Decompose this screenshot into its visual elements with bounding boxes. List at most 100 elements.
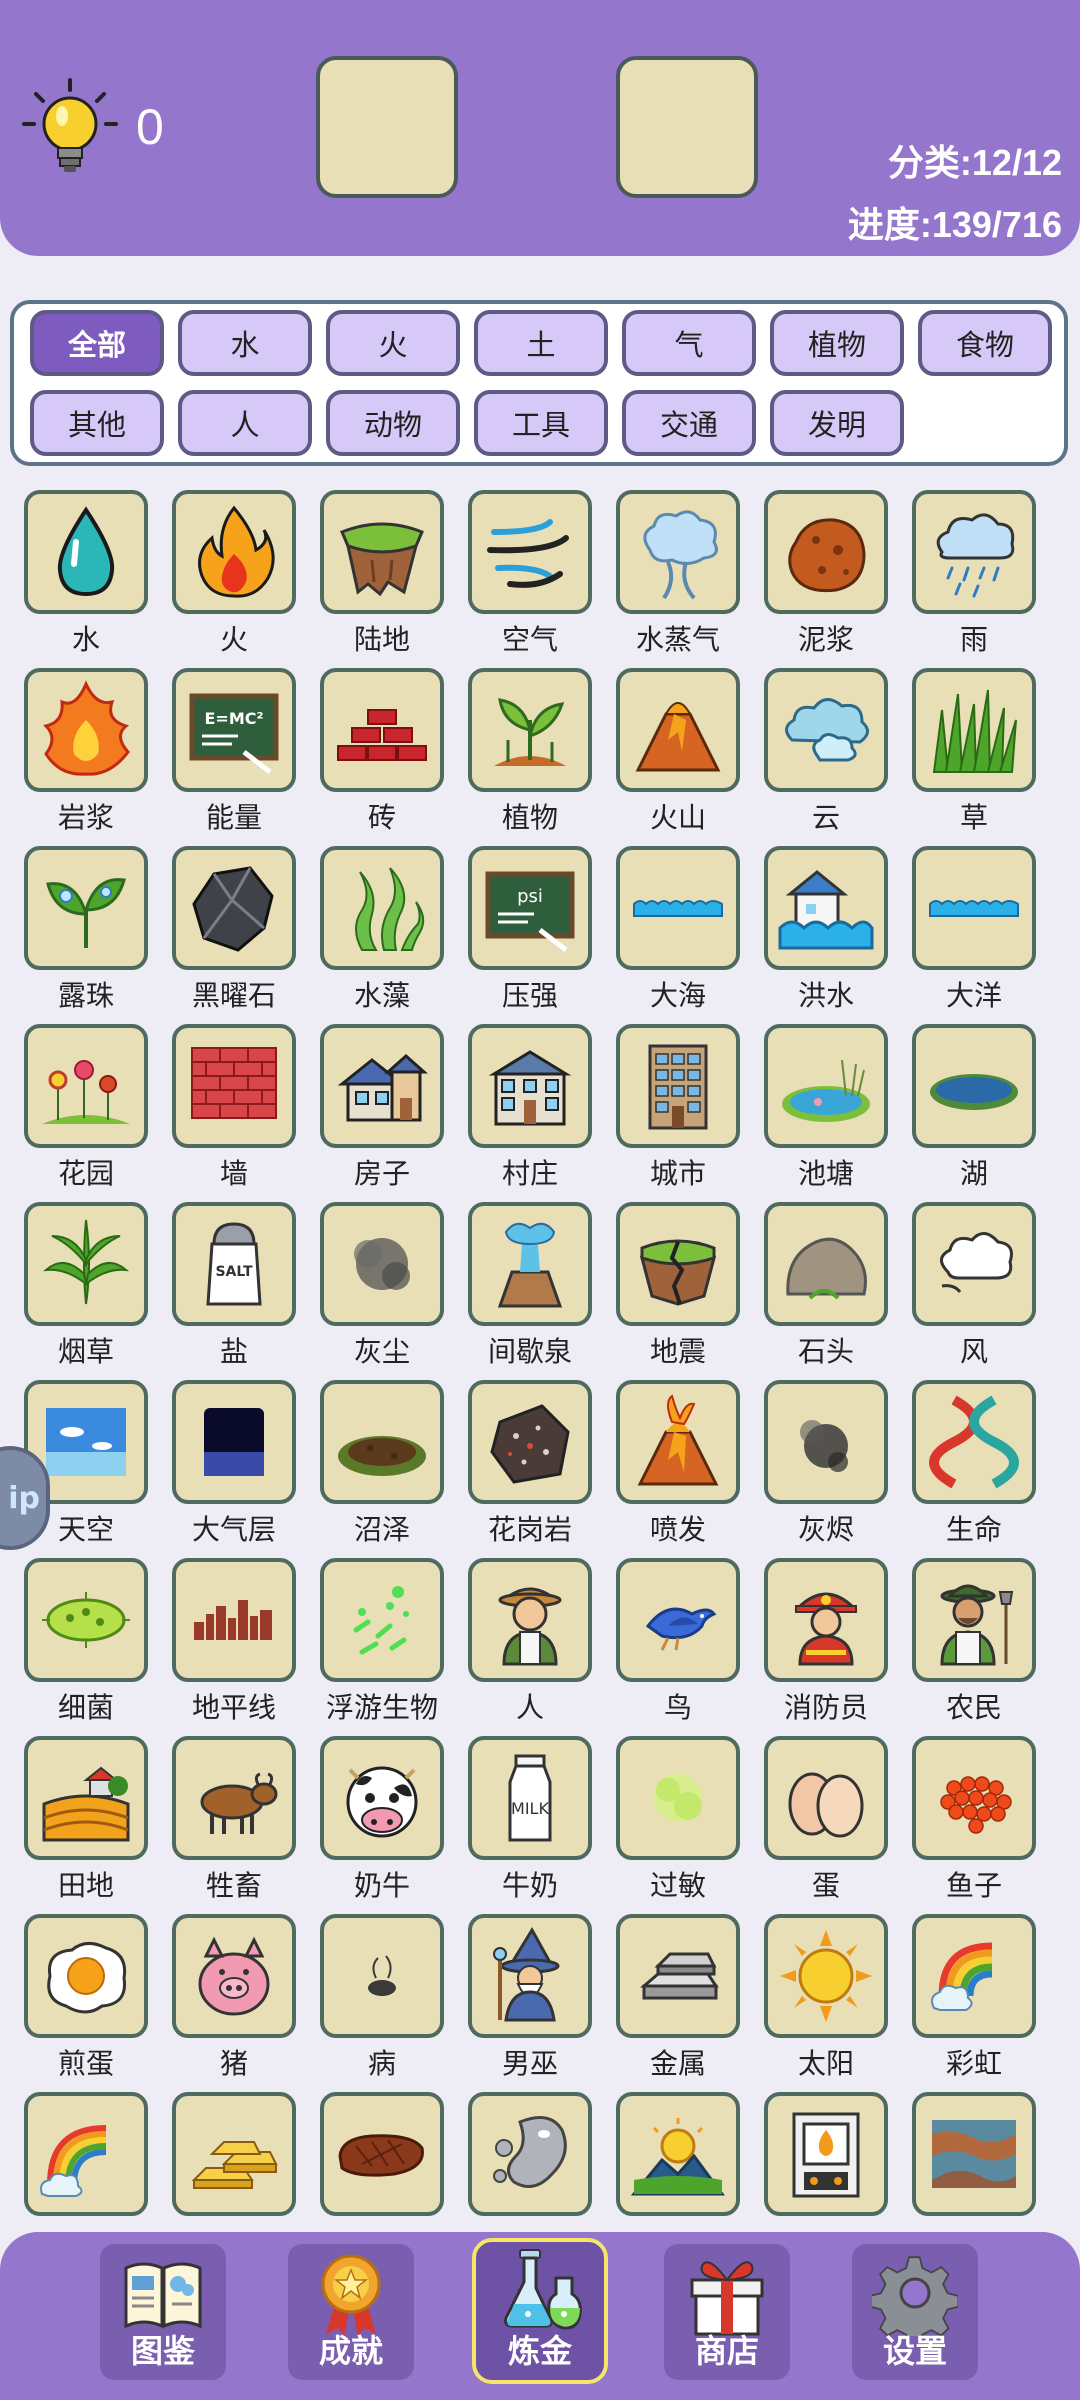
element-tile[interactable] [764, 1558, 888, 1682]
element-item[interactable]: 喷发 [602, 1376, 750, 1554]
element-tile[interactable] [468, 490, 592, 614]
nav-achievements[interactable]: 成就 [288, 2244, 414, 2380]
element-item[interactable]: 水藻 [306, 842, 454, 1020]
element-item[interactable]: 鸟 [602, 1554, 750, 1732]
element-tile[interactable] [616, 1202, 740, 1326]
element-item[interactable]: 云 [750, 664, 898, 842]
element-tile[interactable]: E=MC² [172, 668, 296, 792]
element-tile[interactable] [24, 490, 148, 614]
element-tile[interactable] [912, 1380, 1036, 1504]
element-tile[interactable]: psi [468, 846, 592, 970]
element-tile[interactable] [24, 1914, 148, 2038]
element-tile[interactable] [616, 668, 740, 792]
nav-encyclopedia[interactable]: 图鉴 [100, 2244, 226, 2380]
element-tile[interactable] [24, 668, 148, 792]
element-tile[interactable] [320, 668, 444, 792]
element-tile[interactable] [468, 1024, 592, 1148]
element-item[interactable]: 男巫 [454, 1910, 602, 2088]
element-item[interactable] [454, 2088, 602, 2232]
element-item[interactable]: 泥浆 [750, 486, 898, 664]
element-tile[interactable] [320, 1024, 444, 1148]
element-tile[interactable] [24, 1558, 148, 1682]
category-chip-air[interactable]: 气 [622, 310, 756, 376]
element-tile[interactable] [912, 1202, 1036, 1326]
element-item[interactable]: 牲畜 [158, 1732, 306, 1910]
element-tile[interactable] [764, 1024, 888, 1148]
element-tile[interactable] [468, 1914, 592, 2038]
element-item[interactable]: 病 [306, 1910, 454, 2088]
element-tile[interactable] [24, 2092, 148, 2216]
element-item[interactable]: 奶牛 [306, 1732, 454, 1910]
element-item[interactable]: 空气 [454, 486, 602, 664]
element-tile[interactable] [172, 490, 296, 614]
element-tile[interactable] [468, 1202, 592, 1326]
element-item[interactable] [158, 2088, 306, 2232]
element-item[interactable]: 金属 [602, 1910, 750, 2088]
element-item[interactable]: 草 [898, 664, 1046, 842]
element-item[interactable]: 地平线 [158, 1554, 306, 1732]
element-tile[interactable] [24, 1024, 148, 1148]
element-tile[interactable] [616, 490, 740, 614]
element-item[interactable] [750, 2088, 898, 2232]
element-tile[interactable] [912, 1736, 1036, 1860]
element-item[interactable]: 消防员 [750, 1554, 898, 1732]
element-item[interactable]: 火 [158, 486, 306, 664]
element-tile[interactable] [172, 1736, 296, 1860]
element-tile[interactable] [468, 668, 592, 792]
category-chip-plants[interactable]: 植物 [770, 310, 904, 376]
element-tile[interactable] [912, 846, 1036, 970]
element-item[interactable]: 火山 [602, 664, 750, 842]
element-item[interactable]: 房子 [306, 1020, 454, 1198]
element-tile[interactable] [320, 490, 444, 614]
element-item[interactable]: 大海 [602, 842, 750, 1020]
category-chip-food[interactable]: 食物 [918, 310, 1052, 376]
element-tile[interactable] [616, 1380, 740, 1504]
category-chip-earth[interactable]: 土 [474, 310, 608, 376]
combine-slot-right[interactable] [616, 56, 758, 198]
element-item[interactable]: 生命 [898, 1376, 1046, 1554]
element-tile[interactable] [24, 846, 148, 970]
element-item[interactable]: 地震 [602, 1198, 750, 1376]
element-tile[interactable] [764, 1736, 888, 1860]
element-item[interactable]: 岩浆 [10, 664, 158, 842]
element-item[interactable]: 陆地 [306, 486, 454, 664]
element-tile[interactable] [172, 1558, 296, 1682]
element-tile[interactable] [320, 1380, 444, 1504]
element-tile[interactable] [764, 2092, 888, 2216]
element-item[interactable]: 蛋 [750, 1732, 898, 1910]
element-tile[interactable] [172, 846, 296, 970]
nav-shop[interactable]: 商店 [664, 2244, 790, 2380]
element-item[interactable] [10, 2088, 158, 2232]
element-item[interactable]: 大洋 [898, 842, 1046, 1020]
element-tile[interactable] [912, 668, 1036, 792]
element-item[interactable]: 猪 [158, 1910, 306, 2088]
element-item[interactable]: 太阳 [750, 1910, 898, 2088]
element-item[interactable]: 人 [454, 1554, 602, 1732]
category-chip-animals[interactable]: 动物 [326, 390, 460, 456]
element-tile[interactable] [320, 1558, 444, 1682]
element-tile[interactable] [912, 1024, 1036, 1148]
element-item[interactable]: 细菌 [10, 1554, 158, 1732]
element-tile[interactable]: MILK [468, 1736, 592, 1860]
nav-alchemy[interactable]: 炼金 [472, 2238, 608, 2384]
element-tile[interactable] [468, 1558, 592, 1682]
element-tile[interactable] [764, 668, 888, 792]
combine-slot-left[interactable] [316, 56, 458, 198]
element-item[interactable]: MILK 牛奶 [454, 1732, 602, 1910]
element-item[interactable]: 灰尘 [306, 1198, 454, 1376]
element-tile[interactable] [172, 1914, 296, 2038]
element-tile[interactable] [24, 1202, 148, 1326]
element-item[interactable] [602, 2088, 750, 2232]
element-item[interactable]: 石头 [750, 1198, 898, 1376]
element-item[interactable]: 城市 [602, 1020, 750, 1198]
category-chip-tools[interactable]: 工具 [474, 390, 608, 456]
element-item[interactable]: 大气层 [158, 1376, 306, 1554]
element-item[interactable]: 水 [10, 486, 158, 664]
element-item[interactable]: 洪水 [750, 842, 898, 1020]
nav-settings[interactable]: 设置 [852, 2244, 978, 2380]
element-tile[interactable] [616, 846, 740, 970]
element-item[interactable]: 间歇泉 [454, 1198, 602, 1376]
element-tile[interactable] [320, 2092, 444, 2216]
element-item[interactable]: 田地 [10, 1732, 158, 1910]
category-chip-water[interactable]: 水 [178, 310, 312, 376]
